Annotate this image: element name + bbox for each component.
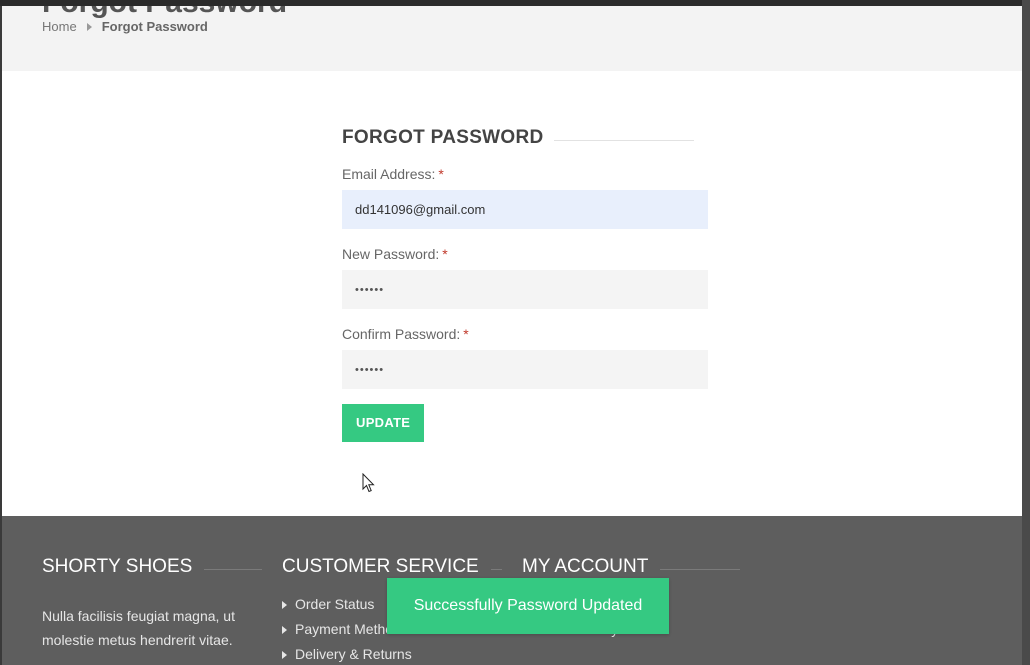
- footer-heading-text: CUSTOMER SERVICE: [282, 556, 479, 577]
- footer-heading-divider: [204, 568, 262, 570]
- breadcrumb-home-link[interactable]: Home: [42, 19, 77, 34]
- footer-description: Nulla facilisis feugiat magna, ut molest…: [42, 608, 235, 648]
- footer-heading-text: MY ACCOUNT: [522, 556, 649, 577]
- update-button[interactable]: UPDATE: [342, 404, 425, 442]
- required-mark: *: [463, 326, 469, 342]
- caret-right-icon: [86, 22, 92, 31]
- new-password-field[interactable]: [342, 270, 708, 309]
- confirm-password-label-text: Confirm Password:: [342, 326, 461, 342]
- email-label: Email Address: *: [342, 166, 708, 182]
- required-mark: *: [438, 166, 444, 182]
- window-edge: [1022, 0, 1030, 665]
- breadcrumb-current: Forgot Password: [101, 19, 208, 34]
- caret-right-icon: [282, 625, 287, 634]
- footer-heading: CUSTOMER SERVICE: [282, 554, 502, 580]
- page-title: Forgot Password: [42, 6, 287, 20]
- email-field[interactable]: [342, 190, 708, 229]
- new-password-label: New Password: *: [342, 246, 708, 262]
- required-mark: *: [442, 246, 448, 262]
- footer-heading: MY ACCOUNT: [522, 554, 742, 580]
- page-header: Forgot Password Home Forgot Password: [2, 6, 1022, 71]
- confirm-password-label: Confirm Password: *: [342, 326, 708, 342]
- footer-heading: SHORTY SHOES: [42, 554, 262, 580]
- new-password-label-text: New Password:: [342, 246, 440, 262]
- form-heading-text: FORGOT PASSWORD: [342, 127, 544, 148]
- footer-link-delivery-returns[interactable]: Delivery & Returns: [282, 642, 502, 665]
- breadcrumb: Home Forgot Password: [42, 19, 208, 34]
- caret-right-icon: [282, 650, 287, 659]
- footer-heading-divider: [660, 568, 741, 570]
- mouse-pointer-icon: [362, 473, 375, 493]
- footer-heading-text: SHORTY SHOES: [42, 556, 193, 577]
- form-heading: FORGOT PASSWORD: [342, 124, 708, 152]
- forgot-password-form: FORGOT PASSWORD Email Address:* New Pass…: [342, 124, 708, 442]
- confirm-password-field[interactable]: [342, 350, 708, 389]
- heading-divider: [553, 139, 694, 141]
- success-toast: Successfully Password Updated: [387, 578, 669, 634]
- caret-right-icon: [282, 600, 287, 609]
- email-label-text: Email Address:: [342, 166, 436, 182]
- footer-link-label: Order Status: [295, 596, 375, 612]
- footer-link-label: Delivery & Returns: [295, 646, 412, 662]
- footer-col-brand: SHORTY SHOES Nulla facilisis feugiat mag…: [42, 554, 262, 652]
- footer-heading-divider: [490, 568, 502, 570]
- page-frame: Forgot Password Home Forgot Password FOR…: [2, 6, 1022, 665]
